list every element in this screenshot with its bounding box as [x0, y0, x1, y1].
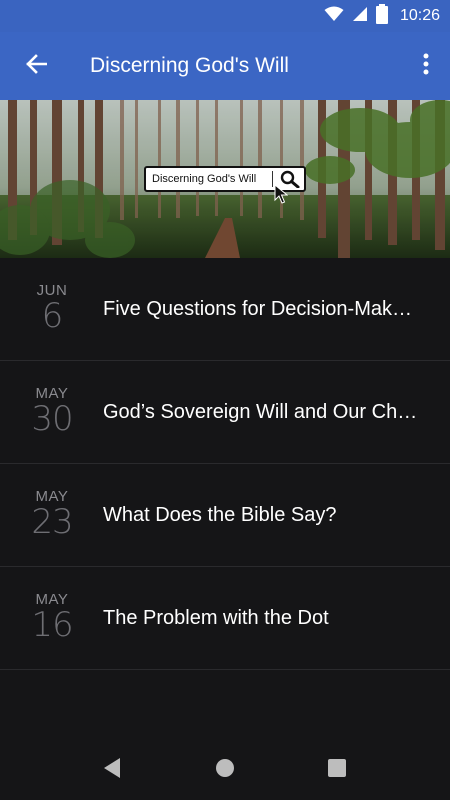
episode-title: What Does the Bible Say? — [103, 464, 432, 566]
system-nav-bar — [0, 740, 450, 800]
episode-title: The Problem with the Dot — [103, 567, 432, 669]
episode-list: JUN 6 Five Questions for Decision-Mak… M… — [0, 258, 450, 670]
episode-title-text: The Problem with the Dot — [103, 606, 329, 629]
battery-icon — [375, 3, 388, 29]
date-block: MAY 30 — [0, 361, 104, 463]
date-day: 16 — [31, 605, 73, 645]
screen: 10:26 Discerning God's Will Discerning G… — [0, 0, 450, 800]
date-block: MAY 16 — [0, 567, 104, 669]
episode-title-text: Five Questions for Decision-Mak… — [103, 297, 412, 320]
signal-icon — [352, 6, 368, 27]
episode-title: Five Questions for Decision-Mak… — [103, 258, 432, 360]
list-item[interactable]: MAY 30 God’s Sovereign Will and Our Ch… — [0, 361, 450, 464]
list-item[interactable]: JUN 6 Five Questions for Decision-Mak… — [0, 258, 450, 361]
nav-home-button[interactable] — [209, 754, 241, 786]
hero-search-text: Discerning God's Will — [152, 173, 257, 185]
app-bar: Discerning God's Will — [0, 32, 450, 100]
cursor-icon — [274, 184, 288, 204]
overflow-menu-button[interactable] — [410, 42, 442, 90]
nav-back-button[interactable] — [96, 754, 128, 786]
page-title: Discerning God's Will — [90, 54, 289, 77]
status-icons: 10:26 — [324, 0, 440, 32]
date-block: JUN 6 — [0, 258, 104, 360]
recents-square-icon — [327, 758, 347, 783]
hero-banner: Discerning God's Will — [0, 100, 450, 258]
list-item[interactable]: MAY 23 What Does the Bible Say? — [0, 464, 450, 567]
back-button[interactable] — [14, 42, 58, 90]
date-day: 30 — [31, 399, 73, 439]
date-day: 23 — [31, 502, 73, 542]
home-circle-icon — [215, 758, 235, 783]
more-vert-icon — [423, 53, 429, 80]
episode-title-text: What Does the Bible Say? — [103, 503, 337, 526]
status-bar: 10:26 — [0, 0, 450, 32]
hero-search-divider — [272, 171, 273, 187]
episode-title-text: God’s Sovereign Will and Our Ch… — [103, 400, 418, 423]
back-triangle-icon — [102, 757, 122, 784]
wifi-icon — [324, 6, 344, 27]
episode-title: God’s Sovereign Will and Our Ch… — [103, 361, 432, 463]
status-time: 10:26 — [399, 7, 440, 24]
arrow-left-icon — [25, 53, 48, 79]
list-item[interactable]: MAY 16 The Problem with the Dot — [0, 567, 450, 670]
date-day: 6 — [41, 296, 64, 336]
nav-recents-button[interactable] — [321, 754, 353, 786]
date-block: MAY 23 — [0, 464, 104, 566]
